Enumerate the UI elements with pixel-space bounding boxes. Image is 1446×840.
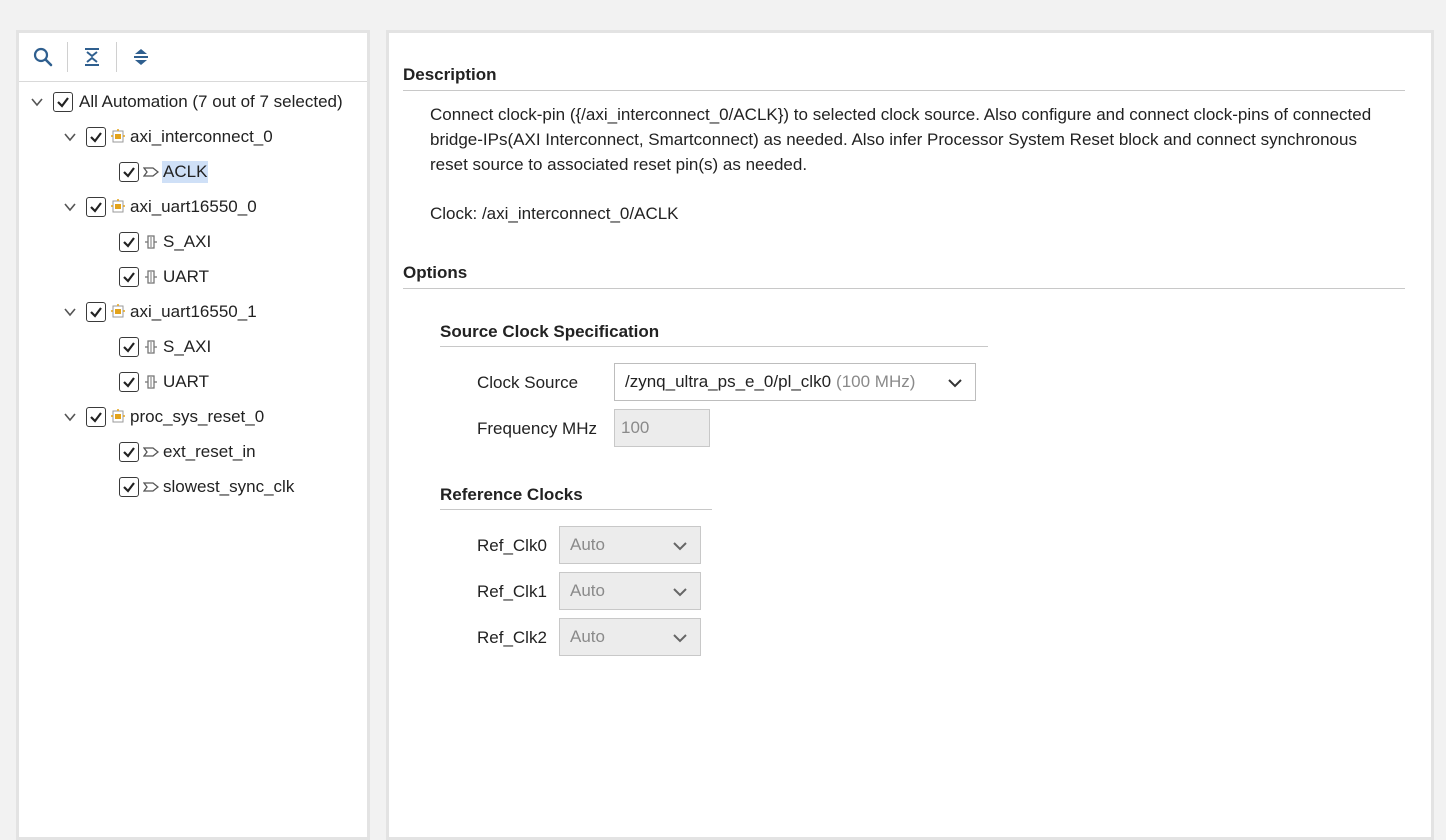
clock-source-freq: (100 MHz): [836, 372, 916, 391]
ip-block-icon: [109, 408, 127, 426]
source-clock-heading: Source Clock Specification: [440, 322, 988, 347]
toolbar-separator: [67, 42, 68, 72]
tree-item-label: axi_interconnect_0: [130, 126, 273, 146]
ref-clk-value: Auto: [570, 581, 605, 600]
tree-child-label: UART: [163, 371, 209, 391]
tree-checkbox[interactable]: [119, 161, 139, 182]
chevron-down-icon[interactable]: [62, 199, 78, 215]
ref-clk-label: Ref_Clk0: [477, 536, 547, 555]
tree-item-label: axi_uart16550_0: [130, 196, 257, 216]
tree-row[interactable]: ACLK: [119, 154, 209, 189]
frequency-input[interactable]: 100: [614, 409, 710, 447]
tree-checkbox[interactable]: [119, 441, 139, 462]
tree-checkbox[interactable]: [119, 371, 139, 392]
tree-row[interactable]: axi_interconnect_0: [62, 119, 274, 154]
tree-row[interactable]: S_AXI: [119, 329, 212, 364]
tree-row[interactable]: slowest_sync_clk: [119, 469, 295, 504]
tree-checkbox[interactable]: [119, 266, 139, 287]
tree-child-label: ACLK: [162, 160, 209, 183]
tree-checkbox[interactable]: [119, 336, 139, 357]
frequency-label: Frequency MHz: [477, 419, 597, 438]
details-panel: Description Connect clock-pin ({/axi_int…: [386, 30, 1434, 840]
tree-child-label: UART: [163, 266, 209, 286]
ref-clk-label: Ref_Clk1: [477, 582, 547, 601]
bus-interface-icon: [142, 373, 160, 391]
ref-clk-select[interactable]: Auto: [559, 618, 701, 656]
tree-root-label: All Automation (7 out of 7 selected): [79, 91, 343, 111]
clock-line: Clock: /axi_interconnect_0/ACLK: [430, 204, 679, 223]
tree-item-label: axi_uart16550_1: [130, 301, 257, 321]
tree-child-label: ext_reset_in: [163, 441, 256, 461]
tree-child-label: S_AXI: [163, 231, 212, 251]
chevron-down-icon: [673, 634, 687, 643]
ref-clk-select[interactable]: Auto: [559, 526, 701, 564]
chevron-down-icon: [673, 588, 687, 597]
tree-child-label: slowest_sync_clk: [163, 476, 295, 496]
tree-child-label: S_AXI: [163, 336, 212, 356]
tree-checkbox[interactable]: [119, 476, 139, 497]
reference-clocks-heading: Reference Clocks: [440, 485, 712, 510]
ip-block-icon: [109, 128, 127, 146]
clock-source-select[interactable]: /zynq_ultra_ps_e_0/pl_clk0 (100 MHz): [614, 363, 976, 401]
tree-checkbox[interactable]: [53, 91, 73, 112]
tree-checkbox[interactable]: [86, 126, 106, 147]
bus-interface-icon: [142, 338, 160, 356]
ip-block-icon: [109, 303, 127, 321]
ip-block-icon: [109, 198, 127, 216]
chevron-down-icon: [948, 379, 962, 388]
chevron-down-icon: [673, 542, 687, 551]
tree-item-label: proc_sys_reset_0: [130, 406, 265, 426]
chevron-down-icon[interactable]: [62, 409, 78, 425]
tree-row[interactable]: UART: [119, 259, 210, 294]
tree-row[interactable]: UART: [119, 364, 210, 399]
automation-tree-panel: All Automation (7 out of 7 selected) axi_…: [16, 30, 370, 840]
tree-checkbox[interactable]: [119, 231, 139, 252]
description-heading: Description: [403, 65, 1405, 91]
ref-clk-value: Auto: [570, 535, 605, 554]
bus-interface-icon: [142, 233, 160, 251]
bus-interface-icon: [142, 268, 160, 286]
pin-icon: [142, 443, 160, 461]
ref-clk-value: Auto: [570, 627, 605, 646]
clock-source-label: Clock Source: [477, 373, 579, 392]
tree-row[interactable]: axi_uart16550_0: [62, 189, 258, 224]
search-icon[interactable]: [31, 45, 55, 69]
clock-source-value: /zynq_ultra_ps_e_0/pl_clk0: [625, 372, 832, 391]
chevron-down-icon[interactable]: [29, 94, 45, 110]
ref-clk-label: Ref_Clk2: [477, 628, 547, 647]
description-text: Connect clock-pin ({/axi_interconnect_0/…: [430, 105, 1372, 174]
tree-checkbox[interactable]: [86, 196, 106, 217]
tree-toolbar: [19, 33, 367, 82]
tree-row[interactable]: proc_sys_reset_0: [62, 399, 265, 434]
tree-checkbox[interactable]: [86, 301, 106, 322]
options-heading: Options: [403, 263, 1405, 289]
clock-pin-icon: [142, 163, 160, 181]
expand-all-icon[interactable]: [129, 45, 153, 69]
tree-checkbox[interactable]: [86, 406, 106, 427]
ref-clk-select[interactable]: Auto: [559, 572, 701, 610]
toolbar-separator: [116, 42, 117, 72]
pin-icon: [142, 478, 160, 496]
tree-row[interactable]: All Automation (7 out of 7 selected): [29, 84, 344, 119]
chevron-down-icon[interactable]: [62, 304, 78, 320]
tree-row[interactable]: S_AXI: [119, 224, 212, 259]
tree-row[interactable]: axi_uart16550_1: [62, 294, 258, 329]
tree-row[interactable]: ext_reset_in: [119, 434, 257, 469]
chevron-down-icon[interactable]: [62, 129, 78, 145]
collapse-all-icon[interactable]: [80, 45, 104, 69]
